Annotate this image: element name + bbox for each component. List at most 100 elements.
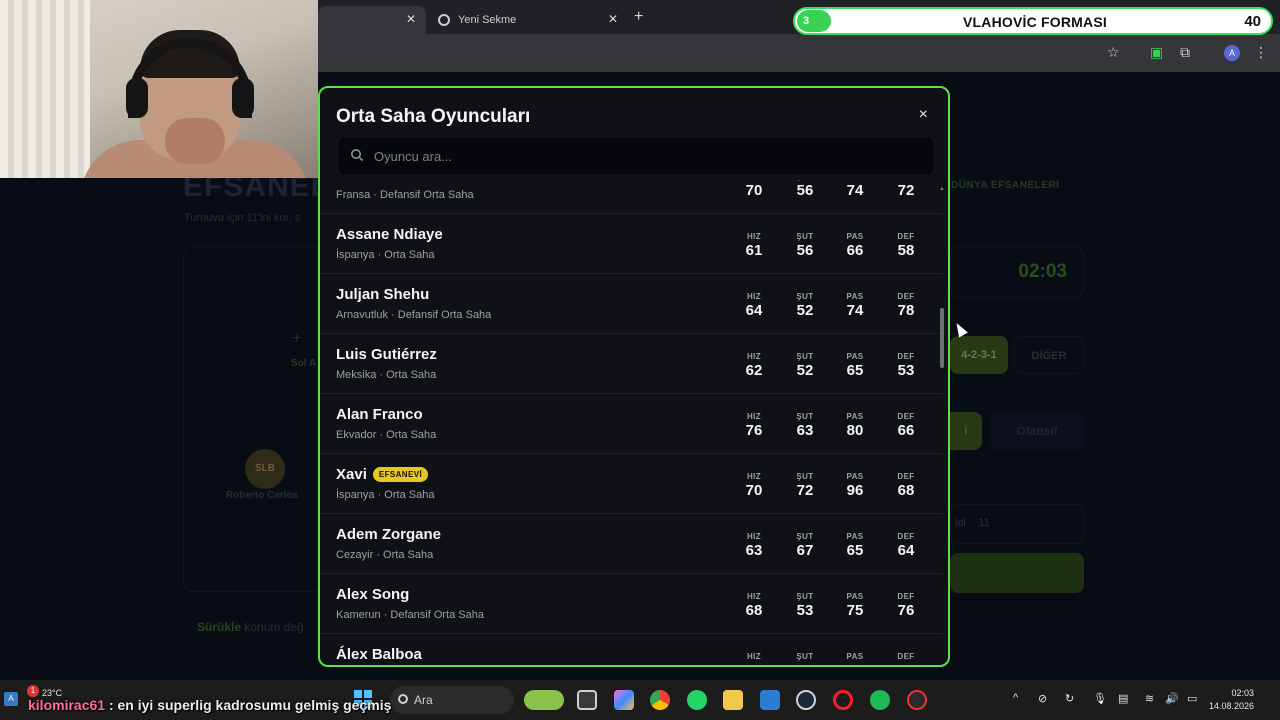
stat-value: 80 xyxy=(846,422,864,439)
stat-label: HIZ xyxy=(746,412,762,421)
search-icon xyxy=(351,149,364,162)
player-row[interactable]: Xavi EFSANEVİ İspanya · Orta Saha HIZ 70 Ş… xyxy=(320,454,942,514)
opera-icon[interactable] xyxy=(833,690,853,710)
player-name-text: Luis Gutiérrez xyxy=(336,346,437,363)
widget-icon[interactable] xyxy=(524,690,564,710)
copilot-icon[interactable] xyxy=(614,690,634,710)
player-name: Adem Zorgane xyxy=(336,526,441,543)
close-tab-icon[interactable]: ✕ xyxy=(406,12,416,26)
stat-value: 68 xyxy=(745,602,763,619)
stat-label: DEF xyxy=(897,232,915,241)
stat-value: 63 xyxy=(796,422,814,439)
whatsapp-icon[interactable] xyxy=(687,690,707,710)
stat-label: HIZ xyxy=(746,472,762,481)
stat-label: DEF xyxy=(897,292,915,301)
task-view-icon[interactable] xyxy=(577,690,597,710)
stat-label: HIZ xyxy=(746,232,762,241)
player-name: Alan Franco xyxy=(336,406,423,423)
stat-value: 53 xyxy=(796,602,814,619)
midfielders-modal: Orta Saha Oyuncuları × Fransa · Defansif… xyxy=(318,86,950,667)
player-name-text: Alan Franco xyxy=(336,406,423,423)
stat-label: ŞUT xyxy=(796,532,814,541)
goal-title: VLAHOVİC FORMASI xyxy=(963,14,1107,30)
tray-notify-icon[interactable]: ▤ xyxy=(1118,692,1128,705)
modal-title: Orta Saha Oyuncuları xyxy=(336,106,531,127)
stat-value: 52 xyxy=(796,362,814,379)
browser-tab-new[interactable]: Yeni Sekme ✕ xyxy=(430,6,628,34)
stat-label: PAS xyxy=(846,412,864,421)
taskbar-search[interactable]: Ara xyxy=(390,686,514,714)
stat-label: DEF xyxy=(897,652,915,661)
stat-value: 53 xyxy=(897,362,915,379)
webcam-overlay xyxy=(0,0,318,178)
new-tab-button[interactable]: + xyxy=(634,8,643,26)
taskbar-clock[interactable]: 02:03 14.08.2026 xyxy=(1209,687,1254,713)
stat-label: DEF xyxy=(897,532,915,541)
more-menu-icon[interactable]: ⋮ xyxy=(1254,44,1268,61)
steam-icon[interactable] xyxy=(796,690,816,710)
stat-label: HIZ xyxy=(746,592,762,601)
browser-tab-active[interactable]: ✕ xyxy=(318,6,426,34)
chrome-icon[interactable] xyxy=(650,690,670,710)
stat-label: DEF xyxy=(897,592,915,601)
wifi-icon[interactable]: ≋ xyxy=(1145,692,1154,705)
goal-count-end: 40 xyxy=(1244,13,1261,30)
player-name-text: Adem Zorgane xyxy=(336,526,442,543)
stat-label: HIZ xyxy=(746,292,762,301)
player-name: Juljan Shehu xyxy=(336,286,429,303)
stat-label: PAS xyxy=(846,652,864,661)
stat-label: PAS xyxy=(846,472,864,481)
tray-sync-icon[interactable]: ↻ xyxy=(1065,692,1074,705)
stat-value: 56 xyxy=(796,242,814,259)
file-explorer-icon[interactable] xyxy=(723,690,743,710)
player-meta: Fransa · Defansif Orta Saha xyxy=(336,189,474,201)
player-name: Luis Gutiérrez xyxy=(336,346,437,363)
list-scrollbar[interactable]: ▲ xyxy=(939,186,945,656)
player-meta: İspanya · Orta Saha xyxy=(336,249,435,261)
stat-label: PAS xyxy=(846,292,864,301)
app-icon[interactable] xyxy=(907,690,927,710)
stat-label: HIZ xyxy=(734,180,774,181)
player-row[interactable]: Assane Ndiaye İspanya · Orta Saha HIZ 61 … xyxy=(320,214,942,274)
stat-label: ŞUT xyxy=(796,232,814,241)
microphone-icon[interactable]: 🎙 xyxy=(1093,692,1107,705)
player-meta: Ekvador · Orta Saha xyxy=(336,429,437,441)
battery-icon[interactable]: ▭ xyxy=(1187,692,1197,705)
player-row[interactable]: Álex Balboa HIZ ŞUT PAS DEF xyxy=(320,634,942,665)
player-meta: İspanya · Orta Saha xyxy=(336,489,435,501)
stat-value: 78 xyxy=(897,302,915,319)
stat-label: DEF xyxy=(897,412,915,421)
stat-label: PAS xyxy=(846,352,864,361)
player-search-input[interactable] xyxy=(374,138,914,174)
close-tab-icon[interactable]: ✕ xyxy=(608,12,618,26)
volume-icon[interactable]: 🔊 xyxy=(1165,692,1179,705)
stat-label: HIZ xyxy=(746,352,762,361)
extensions-puzzle-icon[interactable]: ⧉ xyxy=(1180,44,1190,61)
bookmark-star-icon[interactable]: ☆ xyxy=(1107,44,1120,61)
legend-badge: EFSANEVİ xyxy=(372,467,429,482)
player-meta: Arnavutluk · Defansif Orta Saha xyxy=(336,309,492,321)
stat-value: 72 xyxy=(897,182,915,199)
weather-icon[interactable]: A xyxy=(4,692,18,706)
tab-label: Yeni Sekme xyxy=(458,14,517,26)
player-row[interactable]: Fransa · Defansif Orta Saha HIZ70 ŞUT56 … xyxy=(320,180,942,214)
scroll-up-icon[interactable]: ▲ xyxy=(939,186,945,192)
player-row[interactable]: Juljan Shehu Arnavutluk · Defansif Orta … xyxy=(320,274,942,334)
spotify-icon[interactable] xyxy=(870,690,890,710)
close-icon[interactable]: × xyxy=(919,106,928,124)
extension-icon[interactable]: ▣ xyxy=(1150,44,1163,61)
player-row[interactable]: Alan Franco Ekvador · Orta Saha HIZ 76 ŞU… xyxy=(320,394,942,454)
tray-app-icon[interactable]: ⊘ xyxy=(1038,692,1047,705)
tray-overflow-icon[interactable]: ^ xyxy=(1013,692,1018,704)
scrollbar-thumb[interactable] xyxy=(940,308,944,368)
screen: ✕ Yeni Sekme ✕ + — ❐ ☆ ▣ ⧉ A ⋮ 3 VLAHOVİ… xyxy=(0,0,1280,720)
stream-chat-message: kilomirac61 : en iyi superlig kadrosumu … xyxy=(28,697,391,713)
stat-value: 67 xyxy=(796,542,814,559)
player-name-text: Álex Balboa xyxy=(336,646,422,663)
player-row[interactable]: Alex Song Kamerun · Defansif Orta Saha H… xyxy=(320,574,942,634)
player-row[interactable]: Adem Zorgane Cezayir · Orta Saha HIZ 63 Ş… xyxy=(320,514,942,574)
browser-toolbar: ☆ ▣ ⧉ A ⋮ xyxy=(318,34,1280,72)
player-row[interactable]: Luis Gutiérrez Meksika · Orta Saha HIZ 62… xyxy=(320,334,942,394)
microsoft-store-icon[interactable] xyxy=(760,690,780,710)
profile-avatar[interactable]: A xyxy=(1224,45,1240,61)
